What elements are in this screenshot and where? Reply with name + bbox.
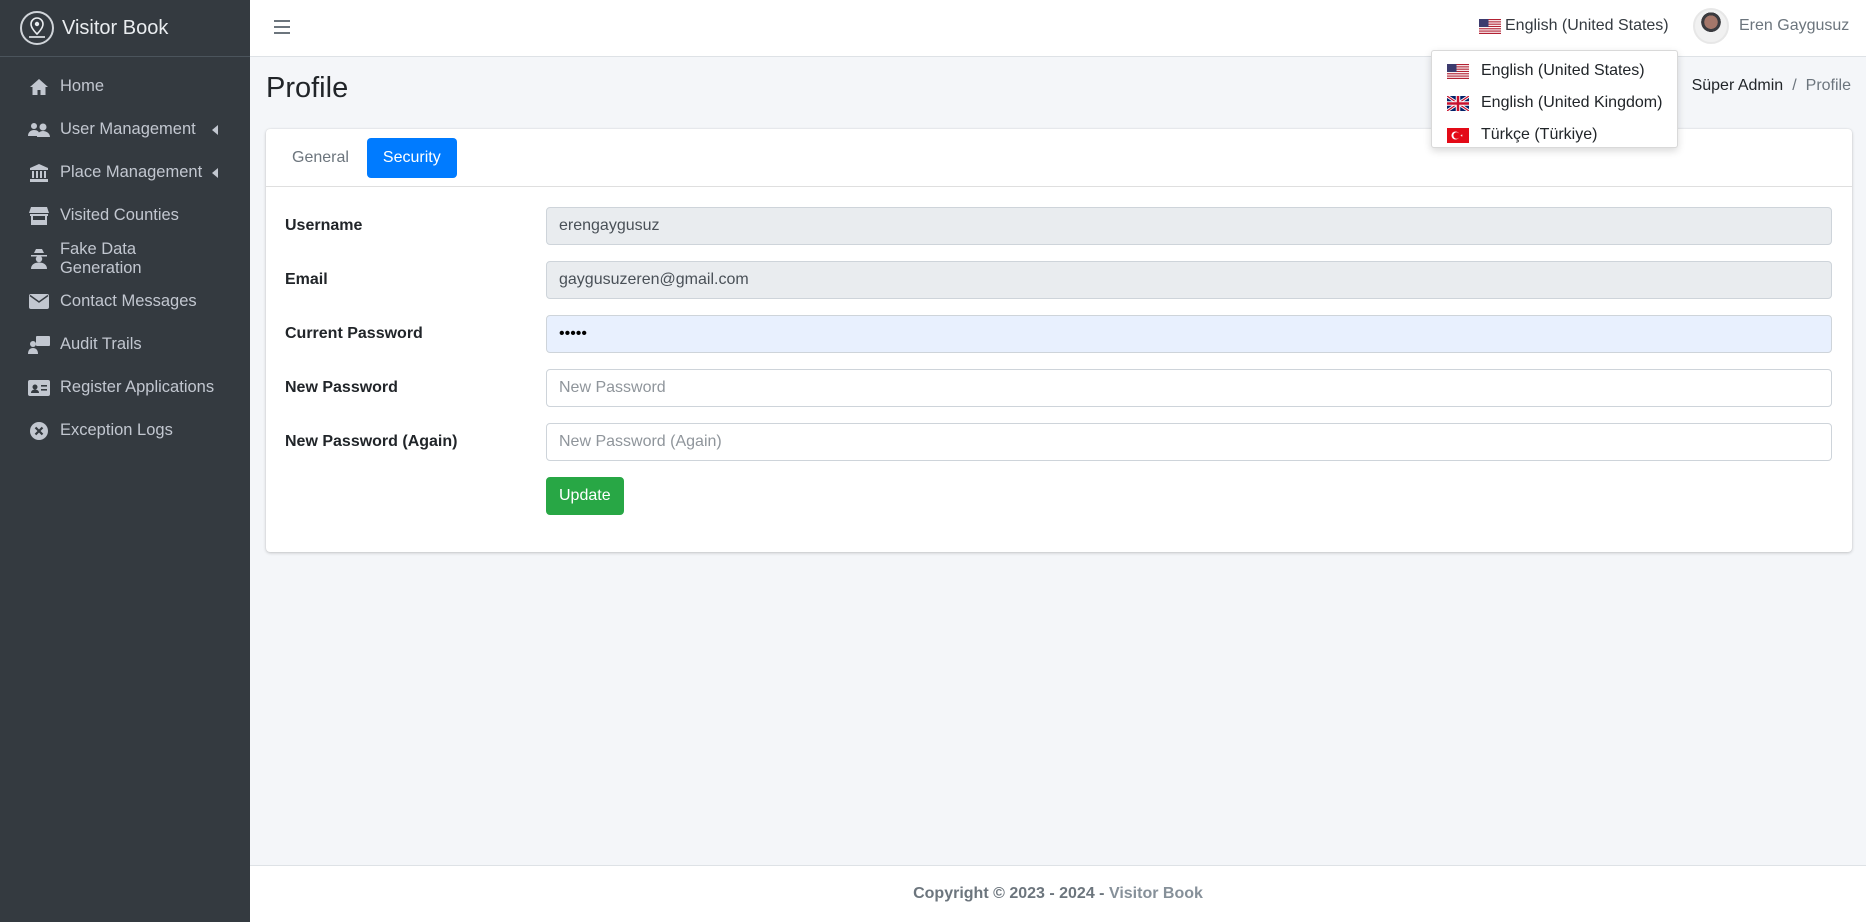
envelope-icon: [28, 292, 50, 312]
breadcrumb-parent-link[interactable]: Süper Admin: [1692, 77, 1784, 95]
current-password-label: Current Password: [285, 325, 423, 342]
language-dropdown-toggle[interactable]: English (United States): [1479, 17, 1669, 35]
sidebar-item-label: User Management: [60, 120, 196, 138]
uk-flag-icon: [1447, 95, 1469, 111]
menu-toggle-icon[interactable]: [274, 20, 290, 34]
home-icon: [28, 77, 50, 97]
tr-flag-icon: [1447, 127, 1469, 143]
sidebar-item-label: Contact Messages: [60, 292, 197, 310]
language-option-label: English (United States): [1481, 62, 1645, 79]
us-flag-icon: [1479, 18, 1501, 34]
sidebar: Visitor Book Home User Management Place …: [0, 0, 250, 922]
page-title: Profile: [266, 72, 349, 104]
sidebar-item-exception-logs[interactable]: Exception Logs: [10, 409, 240, 452]
email-field[interactable]: [546, 261, 1832, 299]
language-option-en-gb[interactable]: English (United Kingdom): [1432, 87, 1677, 119]
tab-security[interactable]: Security: [366, 137, 457, 178]
sidebar-item-contact-messages[interactable]: Contact Messages: [10, 280, 240, 323]
sidebar-item-audit-trails[interactable]: Audit Trails: [10, 323, 240, 366]
sidebar-item-visited-counties[interactable]: Visited Counties: [10, 194, 240, 237]
sidebar-item-home[interactable]: Home: [10, 65, 240, 108]
new-password-again-row: New Password (Again): [285, 423, 1833, 461]
sidebar-item-label: Fake Data Generation: [59, 239, 142, 277]
language-option-tr[interactable]: Türkçe (Türkiye): [1432, 119, 1677, 151]
chevron-left-icon: [212, 167, 218, 178]
user-name: Eren Gaygusuz: [1739, 17, 1850, 34]
avatar: [1693, 8, 1729, 44]
top-navbar: English (United States) Eren Gaygusuz: [250, 0, 1866, 57]
footer-brand-link[interactable]: Visitor Book: [1109, 885, 1203, 903]
chevron-left-icon: [212, 124, 218, 135]
new-password-label: New Password: [285, 379, 398, 396]
us-flag-icon: [1447, 63, 1469, 79]
user-monitor-icon: [28, 335, 50, 355]
id-card-icon: [28, 378, 50, 398]
times-circle-icon: [28, 421, 50, 441]
user-secret-icon: [28, 248, 50, 269]
email-row: Email: [285, 261, 1833, 299]
sidebar-nav: Home User Management Place Management Vi…: [0, 65, 250, 452]
new-password-row: New Password: [285, 369, 1833, 407]
new-password-again-label: New Password (Again): [285, 433, 458, 450]
sidebar-item-label: Audit Trails: [60, 335, 142, 353]
username-field[interactable]: [546, 207, 1832, 245]
language-option-en-us[interactable]: English (United States): [1432, 55, 1677, 87]
sidebar-item-register-applications[interactable]: Register Applications: [10, 366, 240, 409]
sidebar-item-user-management[interactable]: User Management: [10, 108, 240, 151]
update-button[interactable]: Update: [546, 477, 624, 515]
footer: Copyright © 2023 - 2024 - Visitor Book: [250, 865, 1866, 922]
current-language: English (United States): [1505, 17, 1669, 34]
user-menu[interactable]: Eren Gaygusuz: [1693, 8, 1849, 44]
sidebar-item-label: Register Applications: [60, 378, 215, 396]
sidebar-item-place-management[interactable]: Place Management: [10, 151, 240, 194]
new-password-field[interactable]: [546, 369, 1832, 407]
sidebar-item-label: Place Management: [60, 163, 203, 181]
copyright-text: Copyright © 2023 - 2024 -: [913, 885, 1105, 902]
language-option-label: Türkçe (Türkiye): [1481, 126, 1598, 143]
breadcrumb-current: Profile: [1805, 77, 1851, 94]
sidebar-item-fake-data-generation[interactable]: Fake Data Generation: [10, 237, 240, 280]
sidebar-item-label: Visited Counties: [60, 206, 179, 224]
new-password-again-field[interactable]: [546, 423, 1832, 461]
email-label: Email: [285, 271, 328, 288]
sidebar-item-label: Exception Logs: [60, 421, 173, 439]
current-password-row: Current Password: [285, 315, 1833, 353]
brand-link[interactable]: Visitor Book: [0, 0, 250, 57]
language-option-label: English (United Kingdom): [1481, 94, 1663, 111]
tab-general[interactable]: General: [276, 138, 365, 178]
brand-name: Visitor Book: [62, 16, 169, 39]
current-password-field[interactable]: [546, 315, 1832, 353]
landmark-icon: [28, 163, 50, 183]
store-icon: [28, 206, 50, 226]
language-dropdown-menu: English (United States) English (United …: [1431, 50, 1678, 148]
visitor-book-logo-icon: [20, 11, 54, 45]
breadcrumb-separator: /: [1792, 77, 1797, 94]
users-icon: [28, 120, 50, 140]
profile-card: General Security Username Email Current …: [266, 129, 1852, 552]
breadcrumb: Süper Admin / Profile: [1692, 77, 1851, 95]
sidebar-item-label: Home: [60, 77, 105, 95]
username-label: Username: [285, 217, 363, 234]
username-row: Username: [285, 207, 1833, 245]
